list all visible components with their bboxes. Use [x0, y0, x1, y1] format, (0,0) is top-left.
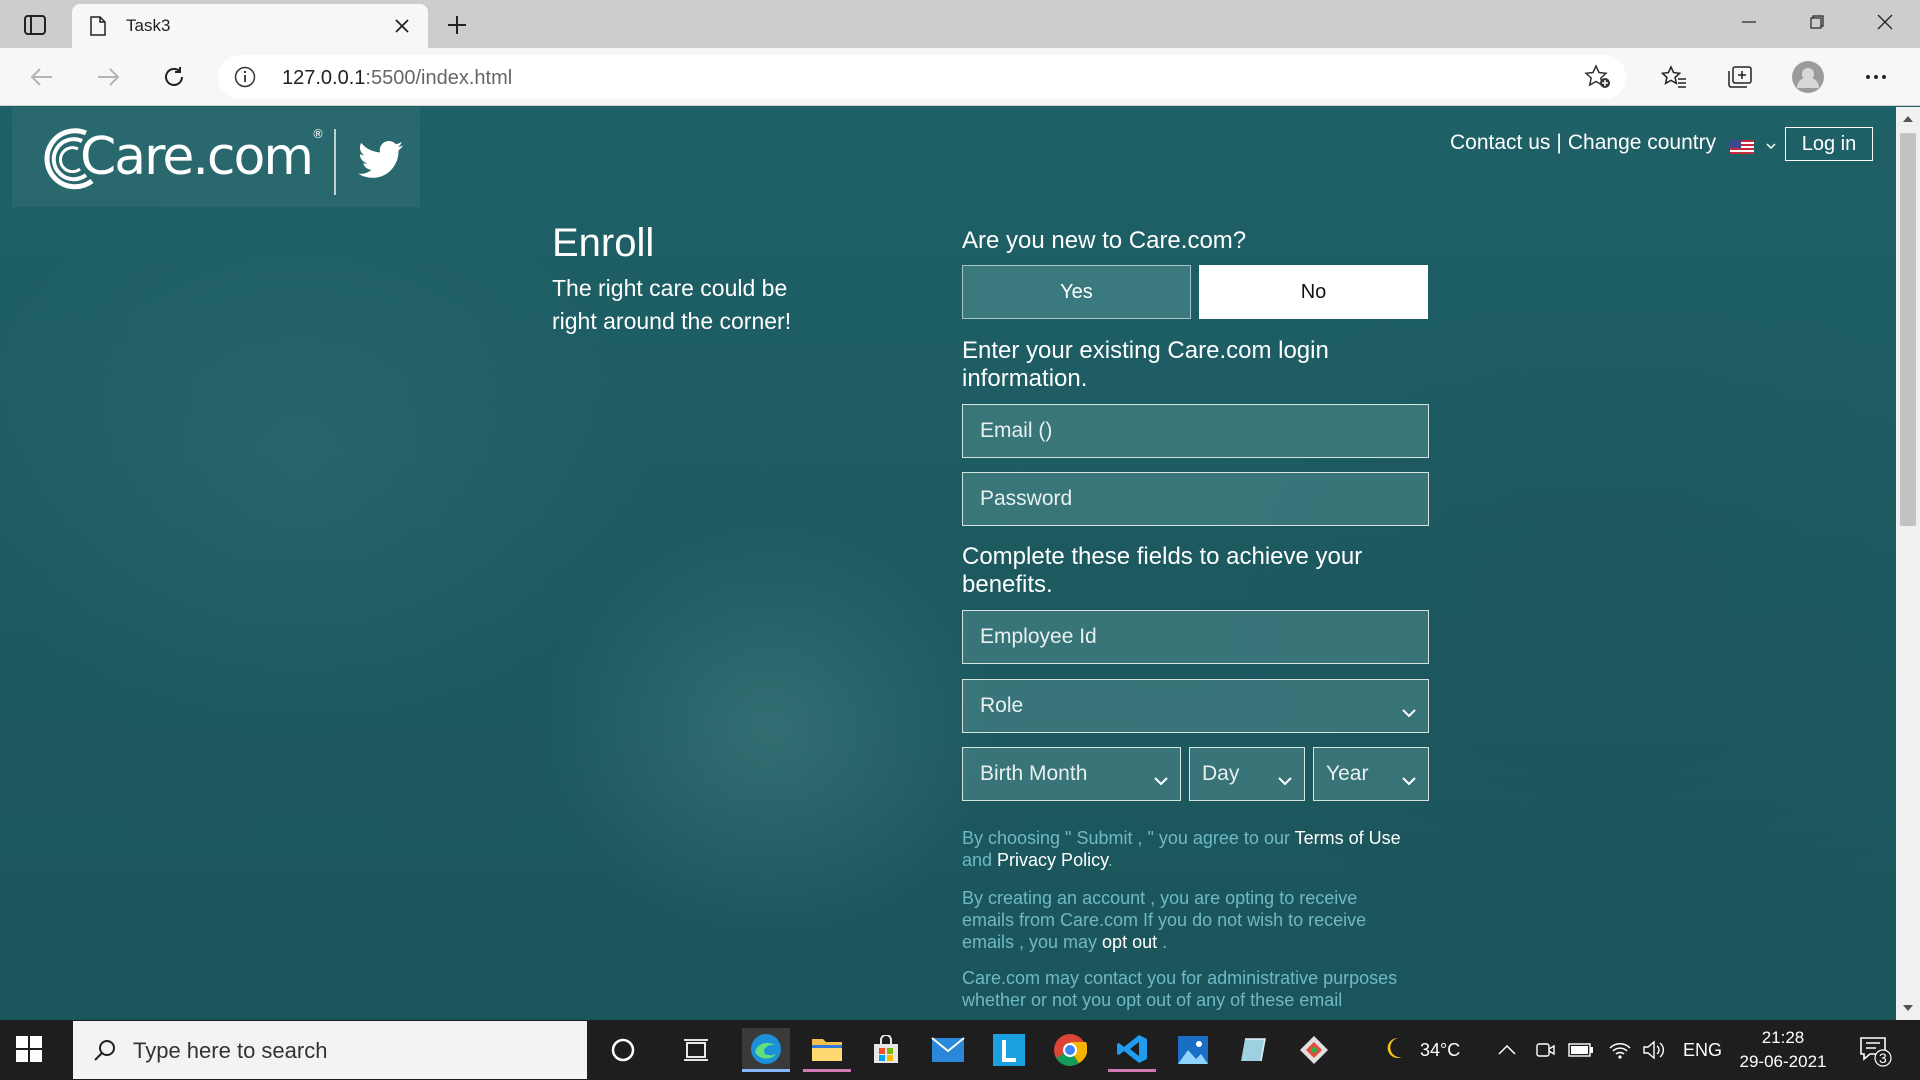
info-icon[interactable]	[234, 66, 256, 93]
chevron-down-icon[interactable]	[1766, 131, 1776, 155]
add-favorite-icon[interactable]	[1584, 64, 1612, 95]
scroll-down-icon[interactable]	[1903, 1005, 1913, 1012]
notification-count: 3	[1879, 1050, 1887, 1066]
windows-taskbar: Type here to search 34°C ENG 21:28 29-06…	[0, 1020, 1920, 1080]
change-country-link[interactable]: Change country	[1568, 131, 1716, 155]
new-user-toggle: Yes No	[962, 265, 1430, 319]
browser-tab-bar: Task3	[0, 0, 1920, 48]
chrome-icon[interactable]	[1046, 1028, 1094, 1072]
refresh-icon[interactable]	[156, 59, 192, 95]
login-button[interactable]: Log in	[1785, 127, 1873, 161]
header-links: Contact us | Change country	[1450, 131, 1776, 155]
enroll-intro: Enroll The right care could be right aro…	[552, 221, 802, 338]
complete-fields-label: Complete these fields to achieve your be…	[962, 543, 1363, 598]
git-app-icon[interactable]	[1290, 1028, 1338, 1072]
page-content: Care.com® Contact us | Change country Lo…	[0, 107, 1896, 1020]
task-view-icon[interactable]	[672, 1028, 720, 1072]
password-field[interactable]: Password	[962, 472, 1429, 526]
edge-icon[interactable]	[742, 1028, 790, 1072]
volume-icon[interactable]	[1642, 1020, 1666, 1080]
notifications-icon[interactable]: 3	[1858, 1020, 1892, 1080]
admin-contact-notice: Care.com may contact you for administrat…	[962, 968, 1398, 1010]
chevron-down-icon	[1278, 768, 1292, 792]
notepad-icon[interactable]	[1230, 1028, 1278, 1072]
logo-text[interactable]: Care.com®	[80, 127, 324, 187]
taskbar-search-input[interactable]: Type here to search	[73, 1021, 587, 1079]
logo-divider	[334, 129, 336, 195]
tab-title: Task3	[126, 16, 171, 35]
minimize-icon[interactable]	[1714, 0, 1784, 44]
birth-year-select[interactable]: Year	[1313, 747, 1429, 801]
photos-icon[interactable]	[1169, 1028, 1217, 1072]
birth-month-select[interactable]: Birth Month	[962, 747, 1181, 801]
chevron-down-icon	[1402, 700, 1416, 724]
new-user-question: Are you new to Care.com?	[962, 227, 1247, 254]
microsoft-store-icon[interactable]	[862, 1028, 910, 1072]
browser-toolbar: 127.0.0.1:5500/index.html	[0, 48, 1920, 106]
browser-tab[interactable]: Task3	[72, 4, 428, 48]
terms-notice: By choosing " Submit , " you agree to ou…	[962, 828, 1401, 870]
us-flag-icon[interactable]	[1730, 136, 1755, 154]
language-indicator[interactable]: ENG	[1683, 1020, 1722, 1080]
enroll-title: Enroll	[552, 221, 655, 265]
mail-icon[interactable]	[924, 1028, 972, 1072]
scroll-up-icon[interactable]	[1903, 115, 1913, 122]
chevron-down-icon	[1402, 768, 1416, 792]
battery-icon[interactable]	[1568, 1020, 1594, 1080]
contact-us-link[interactable]: Contact us	[1450, 131, 1550, 155]
vscode-icon[interactable]	[1108, 1028, 1156, 1072]
terms-of-use-link[interactable]: Terms of Use	[1295, 828, 1401, 848]
close-tab-icon[interactable]	[390, 14, 414, 38]
cortana-icon[interactable]	[599, 1028, 647, 1072]
header-separator: |	[1556, 131, 1562, 154]
twitter-icon[interactable]	[358, 141, 404, 184]
more-options-icon[interactable]	[1858, 59, 1894, 95]
new-tab-icon[interactable]	[442, 10, 472, 40]
l-app-icon[interactable]	[985, 1028, 1033, 1072]
meet-now-icon[interactable]	[1534, 1020, 1556, 1080]
employee-id-field[interactable]: Employee Id	[962, 610, 1429, 664]
collections-icon[interactable]	[1722, 59, 1758, 95]
privacy-policy-link[interactable]: Privacy Policy	[997, 850, 1108, 870]
scrollbar-thumb[interactable]	[1900, 133, 1916, 526]
role-select[interactable]: Role	[962, 679, 1429, 733]
existing-login-label: Enter your existing Care.com login infor…	[962, 337, 1329, 392]
birth-day-select[interactable]: Day	[1189, 747, 1305, 801]
windows-start-icon[interactable]	[16, 1036, 42, 1067]
file-explorer-icon[interactable]	[803, 1028, 851, 1072]
favorites-icon[interactable]	[1656, 59, 1692, 95]
enroll-form: Are you new to Care.com? Yes No Enter yo…	[962, 227, 1430, 1011]
moon-icon	[1384, 1035, 1410, 1066]
opt-out-link[interactable]: opt out	[1102, 932, 1157, 952]
forward-arrow-icon[interactable]	[90, 59, 126, 95]
email-optin-notice: By creating an account , you are opting …	[962, 888, 1367, 952]
email-field[interactable]: Email ()	[962, 404, 1429, 458]
no-button[interactable]: No	[1199, 265, 1428, 319]
back-arrow-icon[interactable]	[24, 59, 60, 95]
chevron-down-icon	[1154, 768, 1168, 792]
show-hidden-icons[interactable]	[1498, 1020, 1516, 1080]
restore-icon[interactable]	[1782, 0, 1852, 44]
wifi-icon[interactable]	[1608, 1020, 1632, 1080]
clock[interactable]: 21:28 29-06-2021	[1724, 1026, 1842, 1074]
yes-button[interactable]: Yes	[962, 265, 1191, 319]
address-bar[interactable]: 127.0.0.1:5500/index.html	[218, 55, 1626, 99]
brand-header: Care.com®	[12, 107, 420, 207]
tab-actions-icon[interactable]	[18, 10, 52, 40]
birthdate-row: Birth Month Day Year	[962, 747, 1430, 801]
page-scrollbar[interactable]	[1896, 107, 1920, 1020]
url-text: 127.0.0.1:5500/index.html	[282, 67, 513, 89]
profile-avatar-icon[interactable]	[1790, 59, 1826, 95]
close-window-icon[interactable]	[1850, 0, 1920, 44]
search-icon	[93, 1038, 117, 1067]
weather-widget[interactable]: 34°C	[1384, 1020, 1460, 1080]
document-icon	[90, 16, 106, 41]
enroll-tagline: The right care could be right around the…	[552, 275, 792, 334]
